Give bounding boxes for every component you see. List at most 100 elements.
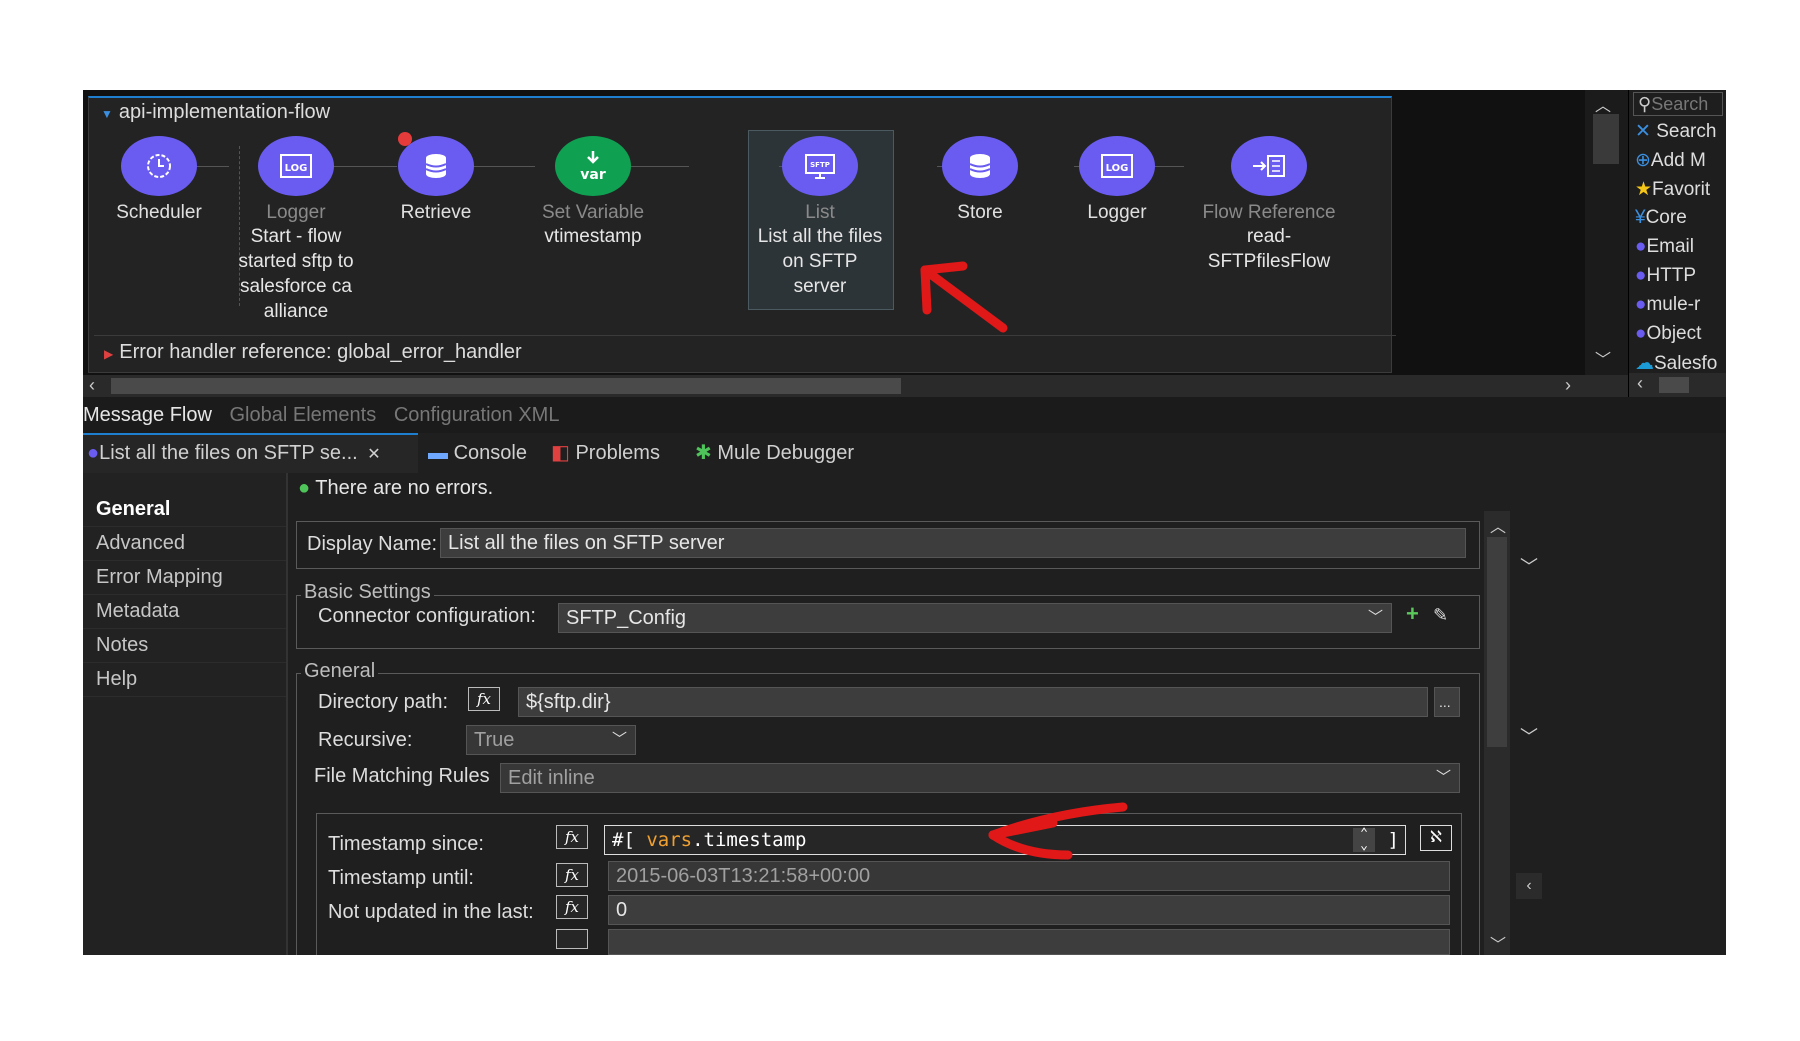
timestamp-since-expression[interactable]: #[ vars.timestamp ⌃ ⌄] <box>604 825 1406 855</box>
scroll-right-icon[interactable]: › <box>1565 375 1571 396</box>
scroll-left-icon[interactable]: ‹ <box>1516 873 1542 899</box>
recursive-label: Recursive: <box>318 729 413 751</box>
node-type-label: Retrieve <box>400 202 472 223</box>
tab-list-properties[interactable]: ●List all the files on SFTP se... ✕ <box>83 433 418 473</box>
edit-config-icon[interactable]: ✎ <box>1433 605 1448 626</box>
palette-item-favorites[interactable]: ★Favorit <box>1629 178 1726 207</box>
palette-item-core[interactable]: ¥Core <box>1629 207 1726 236</box>
error-handler-reference[interactable]: ▶ Error handler reference: global_error_h… <box>94 335 1396 367</box>
nav-error-mapping[interactable]: Error Mapping <box>83 561 286 595</box>
scroll-thumb[interactable] <box>1487 537 1507 747</box>
palette-horizontal-scrollbar[interactable]: ‹ <box>1629 373 1726 397</box>
palette-item-add-modules[interactable]: ⊕Add M <box>1629 149 1726 178</box>
tab-mule-debugger[interactable]: ✱ Mule Debugger <box>695 433 854 473</box>
scroll-thumb[interactable] <box>111 378 901 394</box>
browse-button[interactable]: ... <box>1434 687 1460 717</box>
collapse-chevron-icon[interactable]: ﹀ <box>1520 553 1538 579</box>
node-set-variable[interactable]: var Set Variable vtimestamp <box>523 136 663 249</box>
expression-stepper-icon[interactable]: ⌃ ⌄ <box>1353 827 1375 852</box>
node-description: Start - flow started sftp to salesforce … <box>238 226 354 322</box>
node-logger-start[interactable]: LOG Logger Start - flow started sftp to … <box>226 136 366 324</box>
palette-list: ✕ Search ⊕Add M ★Favorit ¥Core ●Email ●H… <box>1629 120 1726 381</box>
updated-in-last-field[interactable] <box>608 929 1450 955</box>
nav-help[interactable]: Help <box>83 663 286 697</box>
mule-palette: ⚲Search ✕ Search ⊕Add M ★Favorit ¥Core ●… <box>1628 90 1726 397</box>
palette-item-search[interactable]: ✕ Search <box>1629 120 1726 149</box>
timestamp-until-label: Timestamp until: <box>328 867 474 889</box>
collapse-chevron-icon[interactable]: ﹀ <box>1520 723 1538 749</box>
node-description: List all the files on SFTP server <box>757 226 883 297</box>
tab-console[interactable]: ▬ Console <box>428 433 527 473</box>
chevron-down-icon: ﹀ <box>1435 769 1451 786</box>
tab-global-elements[interactable]: Global Elements <box>230 404 377 426</box>
node-store[interactable]: Store <box>910 136 1050 224</box>
expand-triangle-icon[interactable]: ▼ <box>101 107 113 121</box>
palette-search-input[interactable]: ⚲Search <box>1633 92 1723 116</box>
node-type-label: Logger <box>266 202 326 223</box>
nav-general[interactable]: General <box>83 493 286 527</box>
tab-message-flow[interactable]: Message Flow <box>83 404 212 426</box>
object-store-icon: ● <box>1635 323 1647 344</box>
log-icon: LOG <box>258 136 334 196</box>
scroll-left-icon[interactable]: ‹ <box>89 375 95 396</box>
scroll-down-icon[interactable]: ﹀ <box>1490 931 1506 955</box>
debugger-bug-icon: ✱ <box>695 442 712 464</box>
palette-item-object-store[interactable]: ●Object <box>1629 323 1726 352</box>
expand-triangle-icon[interactable]: ▶ <box>104 347 113 361</box>
connector-config-select[interactable]: SFTP_Config ﹀ <box>558 603 1392 633</box>
file-matching-rules-select[interactable]: Edit inline ﹀ <box>500 763 1460 793</box>
canvas-vertical-scrollbar[interactable]: ︿ ﹀ <box>1585 90 1628 375</box>
node-sftp-list[interactable]: SFTP List List all the files on SFTP ser… <box>750 136 890 299</box>
node-flow-reference[interactable]: Flow Reference read-SFTPfilesFlow <box>1189 136 1349 274</box>
close-icon[interactable]: ✕ <box>367 446 380 463</box>
nav-advanced[interactable]: Advanced <box>83 527 286 561</box>
nav-notes[interactable]: Notes <box>83 629 286 663</box>
tab-configuration-xml[interactable]: Configuration XML <box>394 404 560 426</box>
recursive-select[interactable]: True ﹀ <box>466 725 636 755</box>
chevron-down-icon: ﹀ <box>1367 609 1383 626</box>
node-retrieve[interactable]: Retrieve <box>366 132 506 224</box>
palette-item-email[interactable]: ●Email <box>1629 236 1726 265</box>
flow-canvas: ▼api-implementation-flow Scheduler LOG <box>83 90 1628 375</box>
node-type-label: Set Variable <box>541 202 645 223</box>
fx-toggle-icon[interactable]: fx <box>468 687 500 711</box>
flow-title[interactable]: ▼ api-implementation-flow <box>101 101 330 124</box>
add-config-icon[interactable]: + <box>1406 601 1419 627</box>
node-type-label: Scheduler <box>116 202 202 223</box>
palette-item-http[interactable]: ●HTTP <box>1629 265 1726 294</box>
fx-toggle-icon[interactable]: fx <box>556 895 588 919</box>
scroll-up-icon[interactable]: ︿ <box>1490 513 1506 537</box>
nav-metadata[interactable]: Metadata <box>83 595 286 629</box>
node-scheduler[interactable]: Scheduler <box>89 136 229 224</box>
tab-problems[interactable]: ◧ Problems <box>551 433 660 473</box>
log-icon: LOG <box>1079 136 1155 196</box>
scroll-thumb[interactable] <box>1593 114 1619 164</box>
fx-toggle-icon[interactable]: fx <box>556 825 588 849</box>
not-updated-field[interactable]: 0 <box>608 895 1450 925</box>
directory-path-field[interactable]: ${sftp.dir} <box>518 687 1428 717</box>
mule-studio-window: ▼api-implementation-flow Scheduler LOG <box>83 90 1726 955</box>
node-type-label: Flow Reference <box>1202 202 1336 223</box>
search-x-icon: ✕ <box>1635 121 1651 142</box>
node-logger[interactable]: LOG Logger <box>1047 136 1187 224</box>
fx-toggle-icon[interactable] <box>556 929 588 949</box>
basic-settings-title: Basic Settings <box>301 581 434 604</box>
node-type-label: List <box>805 202 835 223</box>
scroll-down-icon[interactable]: ﹀ <box>1595 346 1611 370</box>
timestamp-until-field[interactable]: 2015-06-03T13:21:58+00:00 <box>608 861 1450 891</box>
display-name-field[interactable]: List all the files on SFTP server <box>440 528 1466 558</box>
form-vertical-scrollbar[interactable]: ︿ ﹀ <box>1484 511 1510 955</box>
scroll-thumb[interactable] <box>1659 377 1689 393</box>
palette-item-mule-runtime[interactable]: ●mule-r <box>1629 294 1726 323</box>
dataweave-editor-icon[interactable]: ℵ <box>1420 825 1452 851</box>
fx-toggle-icon[interactable]: fx <box>556 863 588 887</box>
view-tabs: Message Flow Global Elements Configurati… <box>83 397 1726 433</box>
database-icon <box>398 132 474 196</box>
flow-container[interactable]: ▼api-implementation-flow Scheduler LOG <box>88 96 1396 373</box>
scroll-left-icon[interactable]: ‹ <box>1637 373 1643 394</box>
check-circle-icon: ● <box>298 477 311 499</box>
canvas-horizontal-scrollbar[interactable]: ‹ › <box>83 375 1628 397</box>
scroll-up-icon[interactable]: ︿ <box>1595 92 1611 116</box>
star-icon: ★ <box>1635 179 1653 200</box>
flow-ref-icon <box>1231 136 1307 196</box>
